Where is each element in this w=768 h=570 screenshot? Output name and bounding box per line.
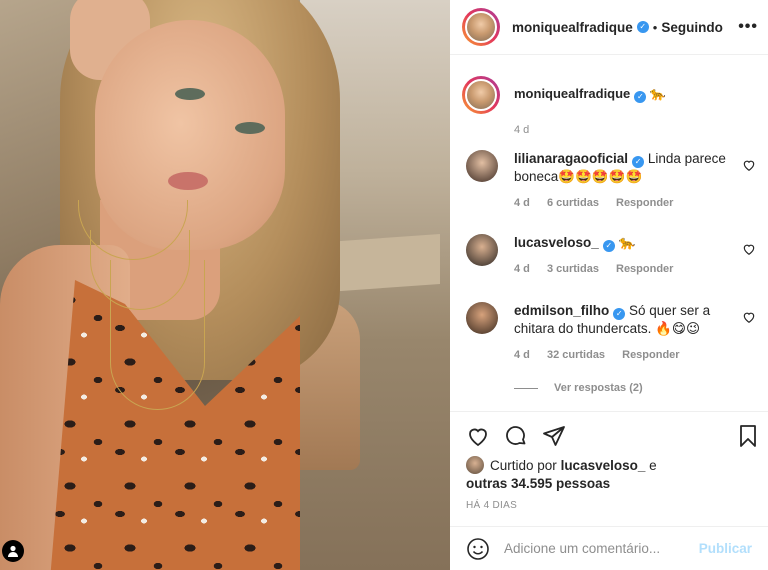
verified-badge-icon: ✓ — [636, 21, 649, 33]
comment-likes[interactable]: 32 curtidas — [547, 349, 605, 361]
post-caption: moniquealfradique ✓ 🐆 4 d — [462, 76, 666, 136]
like-comment-heart-icon[interactable] — [742, 158, 756, 172]
caption-time[interactable]: 4 d — [514, 124, 529, 136]
commenter-avatar[interactable] — [466, 302, 498, 334]
author-username[interactable]: moniquealfradique — [512, 20, 633, 35]
like-comment-heart-icon[interactable] — [742, 242, 756, 256]
comment-bubble-icon[interactable] — [504, 424, 528, 448]
post-actions-bar — [450, 418, 768, 452]
liker-avatar[interactable] — [466, 456, 484, 474]
comment-username[interactable]: lilianaragaooficial — [514, 151, 628, 166]
likes-summary: Curtido por lucasveloso_ e outras 34.595… — [466, 456, 756, 493]
tagged-user-icon[interactable] — [2, 540, 24, 562]
publish-button[interactable]: Publicar — [699, 541, 752, 556]
share-direct-icon[interactable] — [542, 424, 566, 448]
like-comment-heart-icon[interactable] — [742, 310, 756, 324]
verified-badge-icon: ✓ — [632, 156, 645, 168]
emoji-smile-icon[interactable] — [466, 537, 490, 561]
photo-eye-right — [235, 122, 265, 134]
caption-emoji: 🐆 — [649, 86, 667, 101]
post-header: moniquealfradique ✓ • Seguindo ••• — [450, 0, 768, 55]
comment-item: lucasveloso_ ✓ 🐆 4 d 3 curtidas Responder — [466, 234, 756, 278]
separator-dot: • — [652, 19, 658, 35]
like-heart-icon[interactable] — [466, 424, 490, 448]
comment-meta: 4 d 6 curtidas Responder — [514, 194, 729, 212]
save-bookmark-icon[interactable] — [736, 424, 760, 448]
comments-list[interactable]: moniquealfradique ✓ 🐆 4 d lilianaragaoofi… — [450, 62, 768, 412]
caption-username[interactable]: moniquealfradique — [514, 86, 630, 101]
commenter-avatar[interactable] — [466, 150, 498, 182]
photo-lips — [168, 172, 208, 190]
comment-time[interactable]: 4 d — [514, 263, 530, 275]
more-options-icon[interactable]: ••• — [738, 18, 758, 36]
comment-emoji: 🤩🤩🤩🤩🤩 — [558, 169, 643, 184]
verified-badge-icon: ✓ — [634, 91, 647, 103]
avatar-image — [465, 11, 497, 43]
post-side-panel: moniquealfradique ✓ • Seguindo ••• moniq… — [450, 0, 768, 570]
commenter-avatar[interactable] — [466, 234, 498, 266]
verified-badge-icon: ✓ — [602, 240, 615, 252]
author-avatar[interactable] — [462, 8, 500, 46]
reply-button[interactable]: Responder — [616, 197, 673, 209]
comment-composer: Publicar — [450, 526, 768, 570]
likes-suffix: e — [649, 458, 657, 473]
avatar-image — [465, 79, 497, 111]
comment-item: lilianaragaooficial ✓ Linda parece boneca… — [466, 150, 756, 212]
comment-username[interactable]: lucasveloso_ — [514, 235, 599, 250]
comment-item: edmilson_filho ✓ Só quer ser a chitara do… — [466, 302, 756, 364]
photo-necklace — [110, 260, 205, 410]
caption-text: moniquealfradique ✓ 🐆 — [514, 86, 666, 114]
post-photo[interactable] — [0, 0, 450, 570]
photo-eye-left — [175, 88, 205, 100]
comment-emoji: 🐆 — [618, 235, 636, 250]
likes-prefix: Curtido por — [490, 458, 557, 473]
view-replies-label: Ver respostas (2) — [554, 382, 643, 394]
comment-likes[interactable]: 3 curtidas — [547, 263, 599, 275]
post-date[interactable]: HÁ 4 DIAS — [466, 500, 517, 511]
likes-others[interactable]: outras 34.595 pessoas — [466, 476, 610, 491]
comment-meta: 4 d 3 curtidas Responder — [514, 260, 729, 278]
verified-badge-icon: ✓ — [613, 308, 626, 320]
comment-username[interactable]: edmilson_filho — [514, 303, 609, 318]
view-replies-button[interactable]: Ver respostas (2) — [514, 382, 643, 394]
replies-divider-line — [514, 387, 538, 389]
caption-avatar[interactable] — [462, 76, 500, 114]
following-button[interactable]: Seguindo — [661, 20, 723, 35]
likes-user[interactable]: lucasveloso_ — [561, 458, 646, 473]
comment-emoji: 🔥😋😉 — [655, 321, 701, 336]
comment-meta: 4 d 32 curtidas Responder — [514, 346, 729, 364]
comment-time[interactable]: 4 d — [514, 349, 530, 361]
reply-button[interactable]: Responder — [622, 349, 679, 361]
comment-likes[interactable]: 6 curtidas — [547, 197, 599, 209]
reply-button[interactable]: Responder — [616, 263, 673, 275]
comment-time[interactable]: 4 d — [514, 197, 530, 209]
comment-input[interactable] — [504, 541, 694, 556]
